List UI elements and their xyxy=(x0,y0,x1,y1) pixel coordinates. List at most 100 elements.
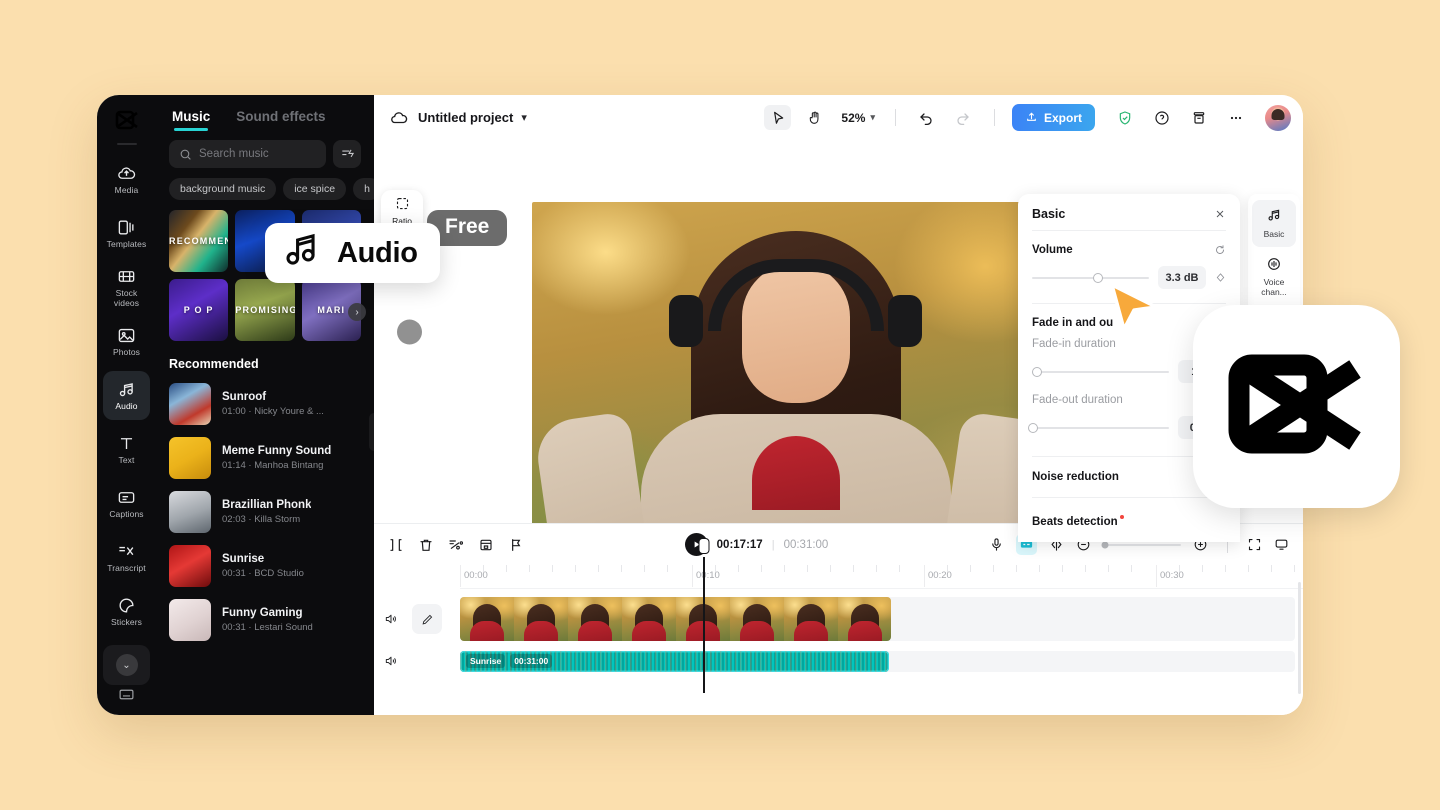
tab-voice-changer[interactable]: Voice chan... xyxy=(1252,249,1296,305)
sidebar-item-text[interactable]: Text xyxy=(103,425,150,474)
tab-music[interactable]: Music xyxy=(172,109,210,131)
diamond-icon[interactable] xyxy=(1215,272,1226,283)
track-meta: Meme Funny Sound 01:14 · Manhoa Bintang xyxy=(222,445,331,471)
monitor-icon[interactable] xyxy=(1274,537,1289,552)
chip-overflow[interactable]: h xyxy=(353,178,374,200)
audio-callout-label: Audio xyxy=(337,237,418,270)
avatar[interactable] xyxy=(1265,105,1291,131)
video-lane[interactable] xyxy=(460,597,1295,641)
question-circle-icon[interactable] xyxy=(1148,105,1175,130)
timeline-scrollbar[interactable] xyxy=(1298,582,1301,694)
crop-icon xyxy=(395,196,410,213)
sidebar-item-stickers[interactable]: Stickers xyxy=(103,587,150,636)
more-horizontal-icon[interactable] xyxy=(1222,105,1249,130)
slider-rail xyxy=(1032,277,1149,279)
audio-clip-name: Sunrise xyxy=(466,654,505,668)
search-input[interactable]: Search music xyxy=(169,140,326,168)
chevron-down-icon[interactable]: ▾ xyxy=(521,111,527,124)
video-clip[interactable] xyxy=(460,597,891,641)
sidebar-item-media[interactable]: Media xyxy=(103,155,150,204)
chevron-right-icon[interactable]: › xyxy=(348,303,366,321)
video-frame xyxy=(568,597,622,641)
auto-cut-icon[interactable] xyxy=(448,537,464,553)
sidebar-item-audio[interactable]: Audio xyxy=(103,371,150,420)
capcut-logo-icon[interactable] xyxy=(107,103,147,137)
slider-knob[interactable] xyxy=(1028,423,1038,433)
fade-in-slider[interactable] xyxy=(1032,365,1169,378)
sidebar-item-transcript[interactable]: Transcript xyxy=(103,533,150,582)
slider-knob[interactable] xyxy=(1093,273,1103,283)
sidebar-item-captions[interactable]: Captions xyxy=(103,479,150,528)
cover-card[interactable]: PROMISING xyxy=(235,279,294,341)
audio-clip[interactable]: Sunrise 00:31:00 xyxy=(460,651,889,672)
tab-sound-effects[interactable]: Sound effects xyxy=(236,109,325,131)
track-meta: Brazillian Phonk 02:03 · Killa Storm xyxy=(222,499,311,525)
tab-basic[interactable]: Basic xyxy=(1252,200,1296,247)
filter-icon[interactable] xyxy=(333,140,361,168)
list-item[interactable]: Sunroof 01:00 · Nicky Youre & ... xyxy=(156,377,374,431)
microphone-icon[interactable] xyxy=(989,537,1004,552)
headphone-cup-left xyxy=(669,295,703,347)
track-name: Funny Gaming xyxy=(222,607,313,619)
cursor-arrow-icon[interactable] xyxy=(764,105,791,130)
slider-knob[interactable] xyxy=(1102,541,1109,548)
keyboard-icon[interactable] xyxy=(118,686,135,703)
list-item[interactable]: Brazillian Phonk 02:03 · Killa Storm xyxy=(156,485,374,539)
edit-clip-button[interactable] xyxy=(412,604,442,634)
rail-collapse-button[interactable]: ⌄ xyxy=(103,645,150,685)
archive-icon[interactable] xyxy=(1185,105,1212,130)
list-item[interactable]: Meme Funny Sound 01:14 · Manhoa Bintang xyxy=(156,431,374,485)
total-time: 00:31:00 xyxy=(784,539,829,551)
chip-background-music[interactable]: background music xyxy=(169,178,276,200)
close-icon[interactable] xyxy=(1214,208,1226,220)
hand-icon[interactable] xyxy=(801,105,828,130)
export-button[interactable]: Export xyxy=(1012,104,1095,131)
music-note-icon xyxy=(1266,207,1282,226)
timeline-zoom-slider[interactable] xyxy=(1103,544,1181,546)
marker-icon[interactable] xyxy=(508,537,524,553)
volume-value[interactable]: 3.3 dB xyxy=(1158,266,1206,289)
timeline-ruler[interactable]: 00:00 00:10 00:20 00:30 00:40 00:50 xyxy=(460,565,1303,589)
chip-ice-spice[interactable]: ice spice xyxy=(283,178,346,200)
shield-check-icon[interactable] xyxy=(1111,105,1138,130)
reset-icon[interactable] xyxy=(1214,244,1226,256)
delete-icon[interactable] xyxy=(418,537,434,553)
beats-detection-row[interactable]: Beats detection xyxy=(1032,498,1226,530)
cover-card[interactable]: RECOMMEND xyxy=(169,210,228,272)
music-note-icon xyxy=(117,380,136,399)
library-collapse-handle[interactable]: ‹ xyxy=(369,413,374,451)
beats-detection-label: Beats detection xyxy=(1032,516,1118,528)
rail-bottom-area xyxy=(97,686,156,703)
redo-icon[interactable] xyxy=(950,105,977,130)
sidebar-item-label: Stock videos xyxy=(103,289,150,309)
zoom-level-selector[interactable]: 52% ▾ xyxy=(841,111,875,125)
freeze-frame-icon[interactable] xyxy=(478,537,494,553)
playhead-handle[interactable] xyxy=(698,538,709,554)
chevron-down-icon: ▾ xyxy=(870,112,875,123)
current-time: 00:17:17 xyxy=(717,539,763,551)
speaker-icon[interactable] xyxy=(384,654,398,668)
cover-card[interactable]: P O P xyxy=(169,279,228,341)
slider-knob[interactable] xyxy=(1032,367,1042,377)
sidebar-item-templates[interactable]: Templates xyxy=(103,209,150,258)
undo-icon[interactable] xyxy=(913,105,940,130)
audio-lane[interactable]: Sunrise 00:31:00 xyxy=(460,651,1295,672)
volume-label: Volume xyxy=(1032,244,1073,256)
playhead[interactable] xyxy=(703,557,705,693)
speaker-icon[interactable] xyxy=(384,612,398,626)
list-item[interactable]: Sunrise 00:31 · BCD Studio xyxy=(156,539,374,593)
list-item[interactable]: Funny Gaming 00:31 · Lestari Sound xyxy=(156,593,374,647)
preview-prev-arrow[interactable]: chevron-left-icon xyxy=(397,319,422,344)
fade-out-slider[interactable] xyxy=(1032,421,1169,434)
sidebar-item-stock-videos[interactable]: Stock videos xyxy=(103,263,150,312)
fit-to-screen-icon[interactable] xyxy=(1247,537,1262,552)
main-area: Untitled project ▾ 52% ▾ xyxy=(374,95,1303,715)
slider-rail xyxy=(1032,427,1169,429)
split-icon[interactable] xyxy=(388,537,404,553)
fade-label: Fade in and ou xyxy=(1032,317,1113,329)
sticker-icon xyxy=(117,596,136,615)
library-search-row: Search music xyxy=(156,131,374,168)
sidebar-item-photos[interactable]: Photos xyxy=(103,317,150,366)
music-note-icon xyxy=(282,232,324,274)
video-preview[interactable] xyxy=(532,202,1059,560)
